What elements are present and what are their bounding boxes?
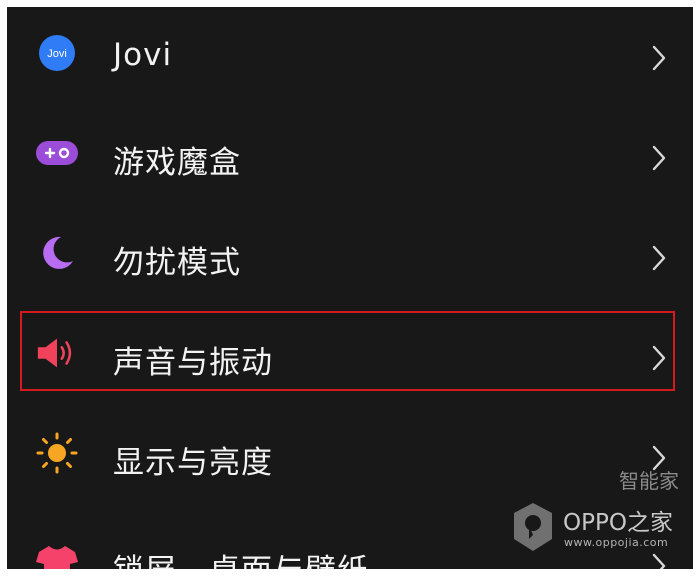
moon-icon	[35, 231, 79, 275]
settings-screen: Jovi Jovi 游戏魔盒 勿扰模式 声音与振动 显示与亮度 智能家 OPPO…	[7, 7, 693, 569]
settings-item-label: 勿扰模式	[113, 245, 241, 281]
sun-icon	[35, 431, 79, 475]
chevron-right-icon	[652, 345, 666, 371]
settings-item-sound-vibration[interactable]: 声音与振动	[7, 303, 693, 403]
settings-item-jovi[interactable]: Jovi Jovi	[7, 7, 693, 103]
watermark-url: www.oppojia.com	[564, 536, 669, 549]
jovi-icon: Jovi	[35, 31, 79, 75]
settings-item-display-brightness[interactable]: 显示与亮度 智能家	[7, 403, 693, 503]
chevron-right-icon	[652, 145, 666, 171]
watermark-title: OPPO之家	[563, 510, 673, 536]
settings-item-label: 声音与振动	[113, 345, 273, 381]
settings-item-label: 显示与亮度	[113, 445, 273, 481]
watermark-partial-text: 智能家	[619, 469, 679, 493]
oppojia-logo-icon	[514, 503, 552, 551]
settings-item-label: 锁屏、桌面与壁纸	[113, 545, 369, 569]
watermark: OPPO之家 www.oppojia.com	[511, 501, 679, 559]
chevron-right-icon	[652, 245, 666, 271]
game-box-icon	[35, 131, 79, 175]
speaker-icon	[35, 331, 79, 375]
tshirt-icon	[35, 541, 79, 569]
settings-item-label: 游戏魔盒	[113, 145, 241, 181]
chevron-right-icon	[652, 45, 666, 71]
settings-item-do-not-disturb[interactable]: 勿扰模式	[7, 203, 693, 303]
jovi-icon-text: Jovi	[47, 48, 67, 60]
settings-item-game-box[interactable]: 游戏魔盒	[7, 103, 693, 203]
settings-item-label: Jovi	[113, 37, 173, 73]
